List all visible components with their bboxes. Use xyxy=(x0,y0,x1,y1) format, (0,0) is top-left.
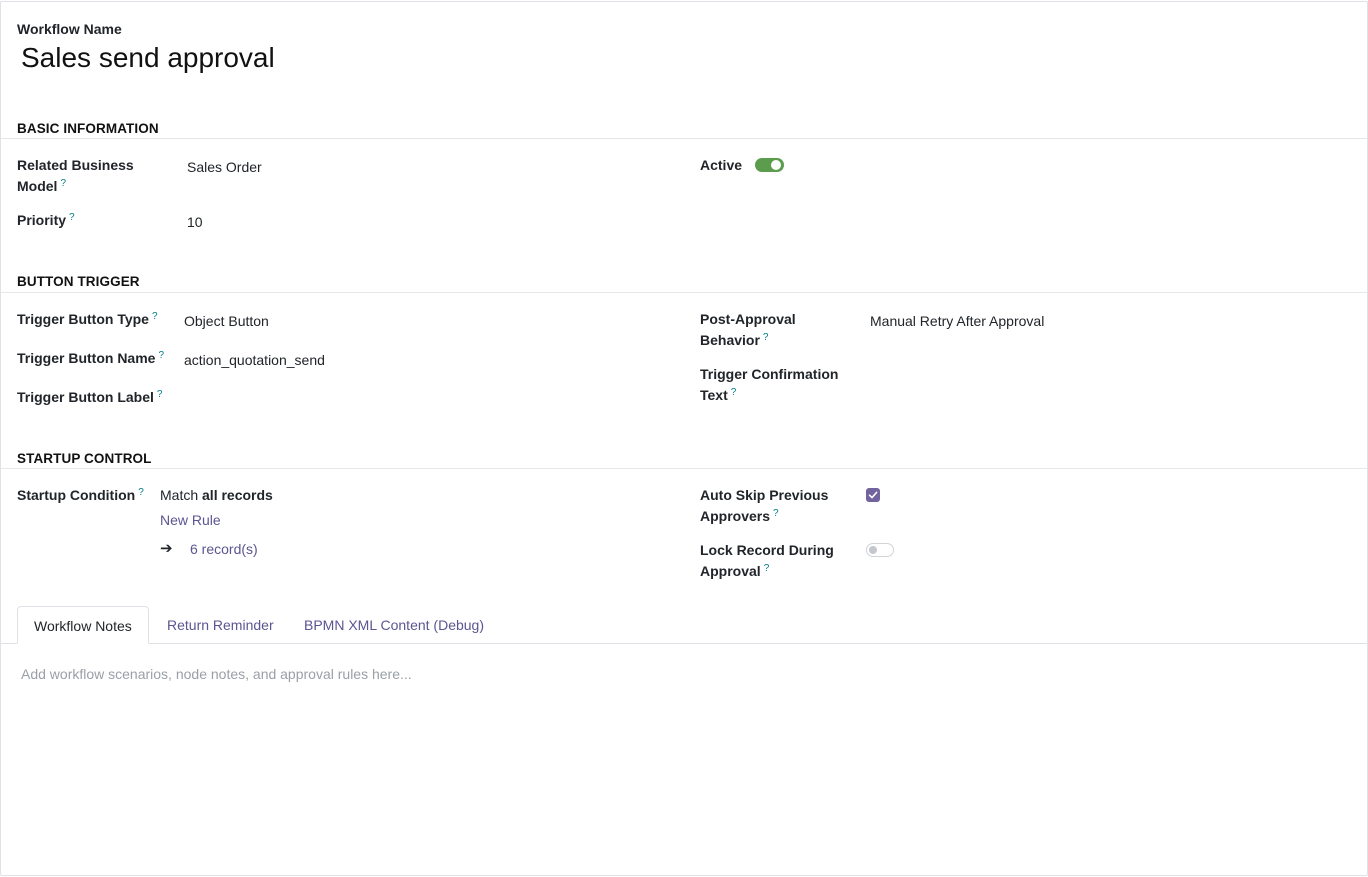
workflow-name-field[interactable]: Sales send approval xyxy=(21,42,275,74)
toggle-knob xyxy=(869,546,877,554)
help-icon[interactable]: ? xyxy=(764,563,770,574)
domain-match-scope: all records xyxy=(202,487,273,503)
trigger-button-name-label: Trigger Button Name? xyxy=(17,350,165,366)
help-icon[interactable]: ? xyxy=(69,212,75,223)
help-icon[interactable]: ? xyxy=(152,311,158,322)
workflow-notes-editor[interactable]: Add workflow scenarios, node notes, and … xyxy=(21,666,412,682)
form-sheet: Workflow Name Sales send approval BASIC … xyxy=(0,1,1368,876)
help-icon[interactable]: ? xyxy=(158,350,164,361)
help-icon[interactable]: ? xyxy=(731,387,737,398)
auto-skip-checkbox[interactable] xyxy=(866,488,880,502)
tab-workflow-notes[interactable]: Workflow Notes xyxy=(17,606,149,644)
tab-return-reminder[interactable]: Return Reminder xyxy=(151,606,290,644)
post-approval-behavior-field[interactable]: Manual Retry After Approval xyxy=(870,311,1044,332)
lock-record-toggle[interactable] xyxy=(866,543,894,557)
help-icon[interactable]: ? xyxy=(773,508,779,519)
tab-bpmn-xml-content[interactable]: BPMN XML Content (Debug) xyxy=(288,606,500,644)
startup-condition-label: Startup Condition? xyxy=(17,487,144,503)
related-model-label: Related Business Model? xyxy=(17,157,134,194)
post-approval-behavior-label: Post-Approval Behavior? xyxy=(700,311,796,348)
trigger-button-type-label: Trigger Button Type? xyxy=(17,311,158,327)
section-button-trigger: BUTTON TRIGGER xyxy=(17,274,140,289)
help-icon[interactable]: ? xyxy=(138,487,144,498)
active-label: Active xyxy=(700,157,743,173)
trigger-button-name-field[interactable]: action_quotation_send xyxy=(184,350,325,371)
related-model-field[interactable]: Sales Order xyxy=(187,157,262,178)
lock-record-label: Lock Record During Approval? xyxy=(700,542,834,579)
workflow-name-label: Workflow Name xyxy=(17,21,122,37)
new-rule-link[interactable]: New Rule xyxy=(160,510,221,531)
section-divider xyxy=(1,468,1367,469)
records-count-link[interactable]: 6 record(s) xyxy=(190,539,258,560)
section-divider xyxy=(1,292,1367,293)
priority-label: Priority? xyxy=(17,212,75,228)
trigger-confirmation-text-label: Trigger Confirmation Text? xyxy=(700,366,839,403)
trigger-button-label-label: Trigger Button Label? xyxy=(17,389,163,405)
help-icon[interactable]: ? xyxy=(60,178,66,189)
help-icon[interactable]: ? xyxy=(157,389,163,400)
trigger-button-type-field[interactable]: Object Button xyxy=(184,311,269,332)
auto-skip-label: Auto Skip Previous Approvers? xyxy=(700,487,829,524)
toggle-knob xyxy=(771,160,781,170)
priority-field[interactable]: 10 xyxy=(187,212,203,233)
section-divider xyxy=(1,138,1367,139)
section-startup-control: STARTUP CONTROL xyxy=(17,451,152,466)
check-icon xyxy=(868,491,878,499)
active-toggle[interactable] xyxy=(755,158,784,172)
help-icon[interactable]: ? xyxy=(763,332,769,343)
domain-match-text: Match all records xyxy=(160,487,273,503)
section-basic-information: BASIC INFORMATION xyxy=(17,121,159,136)
arrow-right-icon: ➔ xyxy=(160,540,173,557)
